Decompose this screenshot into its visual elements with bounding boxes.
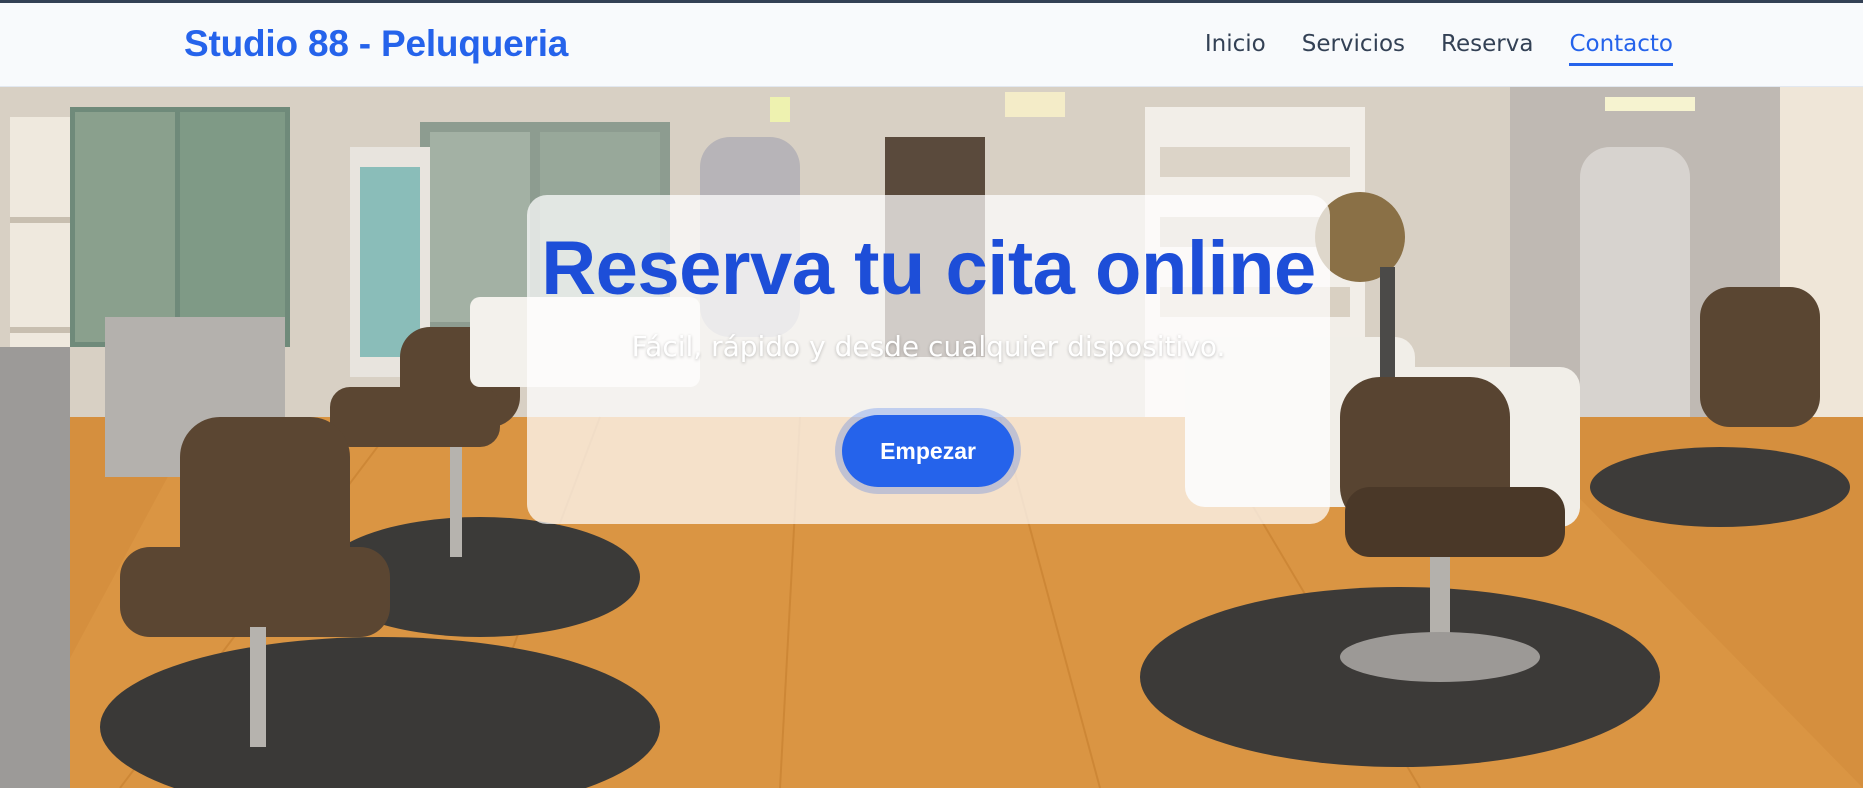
nav-link-reserva[interactable]: Reserva — [1441, 29, 1533, 66]
nav-link-servicios[interactable]: Servicios — [1302, 29, 1405, 66]
hero-subtitle: Fácil, rápido y desde cualquier disposit… — [631, 330, 1226, 363]
nav-link-inicio[interactable]: Inicio — [1205, 29, 1266, 66]
start-button[interactable]: Empezar — [842, 415, 1014, 487]
hero-title: Reserva tu cita online — [541, 226, 1316, 311]
main-nav: Inicio Servicios Reserva Contacto — [1205, 29, 1673, 66]
hero-card: Reserva tu cita online Fácil, rápido y d… — [527, 195, 1330, 524]
hero-section: Reserva tu cita online Fácil, rápido y d… — [0, 87, 1863, 788]
nav-link-contacto[interactable]: Contacto — [1569, 29, 1673, 66]
brand-logo-text[interactable]: Studio 88 - Peluqueria — [184, 23, 568, 65]
site-header: Studio 88 - Peluqueria Inicio Servicios … — [0, 3, 1863, 87]
